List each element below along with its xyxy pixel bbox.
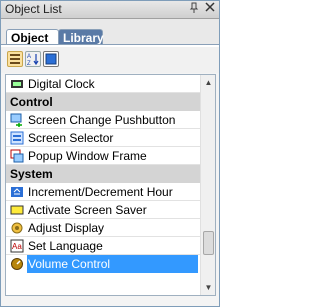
large-icon-view-button[interactable] xyxy=(43,51,59,67)
close-icon[interactable] xyxy=(203,2,217,16)
increment-hour-icon xyxy=(11,187,23,197)
list-item[interactable]: Activate Screen Saver xyxy=(6,201,200,219)
list-item-label: Activate Screen Saver xyxy=(28,203,147,217)
large-icon-view-icon xyxy=(45,53,57,65)
popup-window-icon xyxy=(10,149,24,163)
panel-title-bar: Object List xyxy=(1,1,219,19)
list-item-label: Set Language xyxy=(28,239,103,253)
scrollbar-thumb[interactable] xyxy=(203,231,214,256)
list-item[interactable]: Digital Clock xyxy=(6,75,200,93)
volume-control-icon xyxy=(11,258,23,270)
screen-saver-icon xyxy=(10,205,24,215)
svg-text:Z: Z xyxy=(27,61,31,66)
scroll-up-arrow-icon[interactable]: ▲ xyxy=(202,76,215,89)
svg-text:A: A xyxy=(27,54,31,60)
list-item-label: Digital Clock xyxy=(28,77,95,91)
list-item[interactable]: Aa Set Language xyxy=(6,237,200,255)
tab-row: Object Library xyxy=(1,19,219,45)
list-item[interactable]: Increment/Decrement Hour xyxy=(6,183,200,201)
list-item-label: Popup Window Frame xyxy=(28,149,147,163)
list-item-label: System xyxy=(10,167,53,181)
list-category-header: System xyxy=(6,165,200,183)
list-item-label: Adjust Display xyxy=(28,221,105,235)
adjust-display-icon xyxy=(11,222,23,234)
list-item[interactable]: Adjust Display xyxy=(6,219,200,237)
vertical-scrollbar[interactable]: ▲ ▼ xyxy=(200,75,215,295)
tab-object-label: Object xyxy=(11,31,49,45)
object-list-panel: Object List Object Library A Z Digital C… xyxy=(0,0,220,307)
screen-change-icon xyxy=(10,113,22,127)
tab-object[interactable]: Object xyxy=(6,29,59,45)
svg-text:Aa: Aa xyxy=(12,242,22,251)
object-list[interactable]: Digital Clock Control Screen Change Pushbu… xyxy=(5,74,216,296)
list-item[interactable]: Screen Change Pushbutton xyxy=(6,111,200,129)
list-item-label: Screen Change Pushbutton xyxy=(28,113,176,127)
list-item[interactable]: Volume Control xyxy=(6,255,200,273)
list-item[interactable]: Popup Window Frame xyxy=(6,147,200,165)
list-item-label: Control xyxy=(10,95,53,109)
sort-az-button[interactable]: A Z xyxy=(25,51,41,67)
list-item-label: Screen Selector xyxy=(28,131,114,145)
list-item-label: Volume Control xyxy=(28,257,111,271)
pin-icon[interactable] xyxy=(187,2,201,16)
list-category-header: Control xyxy=(6,93,200,111)
digital-clock-icon xyxy=(11,80,23,88)
categorized-view-icon xyxy=(10,54,20,64)
list-item[interactable]: Screen Selector xyxy=(6,129,200,147)
panel-title: Object List xyxy=(5,2,62,16)
screen-selector-icon xyxy=(10,131,24,145)
tab-library-label: Library xyxy=(63,31,104,45)
tab-library[interactable]: Library xyxy=(58,29,104,45)
view-toolbar: A Z xyxy=(1,47,219,73)
language-icon: Aa xyxy=(10,239,24,253)
panel-bottom-bar xyxy=(1,296,219,306)
categorized-view-button[interactable] xyxy=(7,51,23,67)
list-item-label: Increment/Decrement Hour xyxy=(28,185,173,199)
scroll-down-arrow-icon[interactable]: ▼ xyxy=(202,281,215,294)
sort-az-icon: A Z xyxy=(27,54,39,67)
